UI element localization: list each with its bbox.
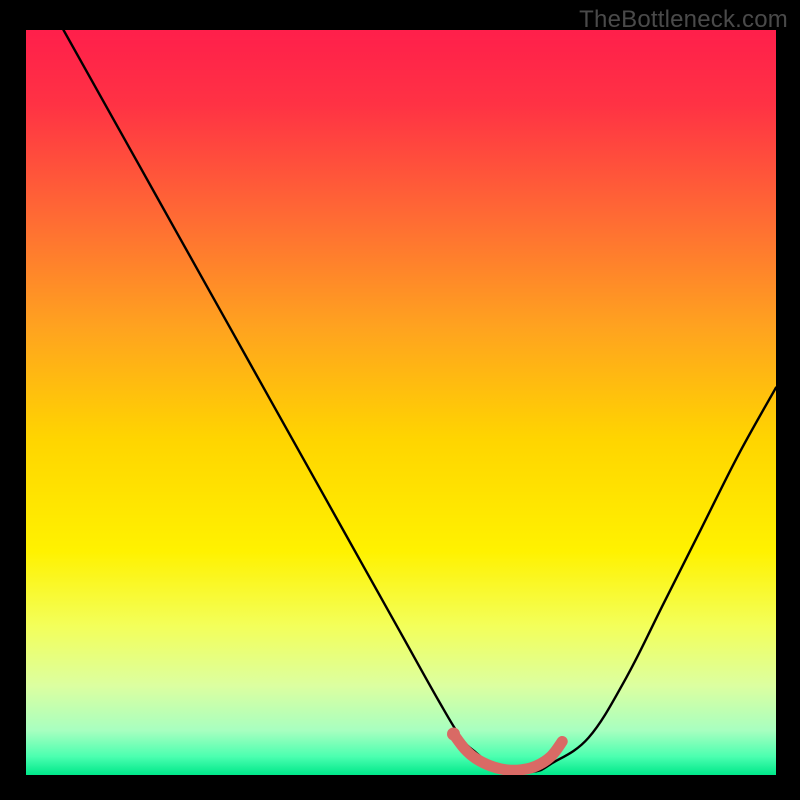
watermark-label: TheBottleneck.com — [579, 6, 788, 34]
bottleneck-chart — [26, 30, 776, 775]
gradient-background — [26, 30, 776, 775]
highlight-start-dot — [447, 728, 460, 741]
plot-area — [26, 30, 776, 775]
chart-frame: TheBottleneck.com — [0, 0, 800, 800]
